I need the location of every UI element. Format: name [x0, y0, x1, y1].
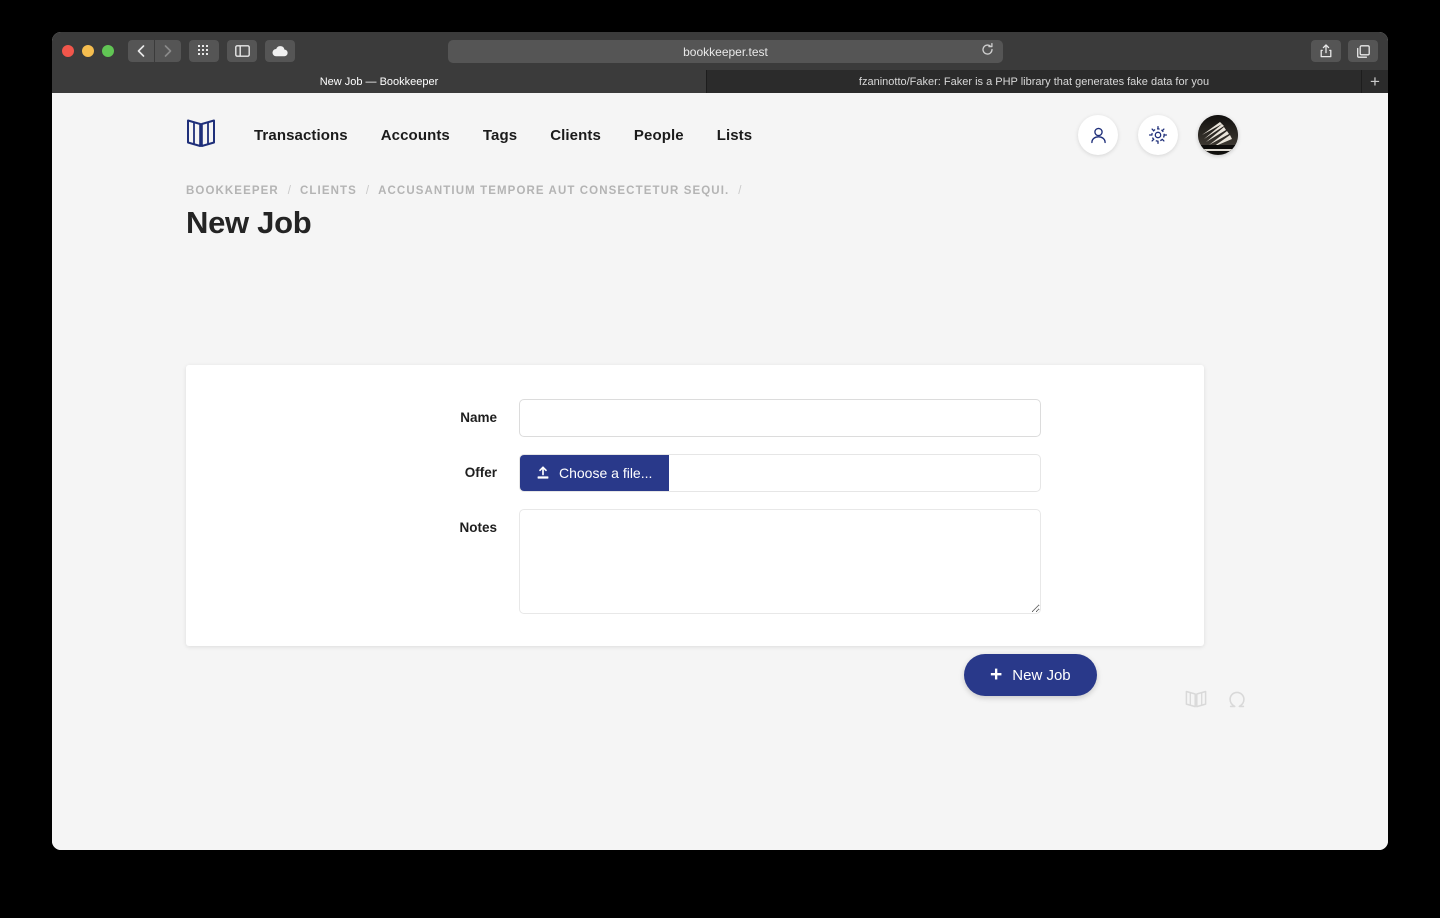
browser-tab-0[interactable]: New Job — Bookkeeper	[52, 70, 707, 93]
icloud-button[interactable]	[265, 40, 295, 62]
address-text: bookkeeper.test	[683, 44, 768, 59]
main-navigation: Transactions Accounts Tags Clients Peopl…	[254, 127, 752, 144]
omega-icon[interactable]	[1227, 689, 1247, 714]
toggle-sidebar-button[interactable]	[227, 40, 257, 62]
nav-item-lists[interactable]: Lists	[717, 127, 753, 144]
form-row-notes: Notes	[186, 509, 1204, 614]
breadcrumb-item-client[interactable]: ACCUSANTIUM TEMPORE AUT CONSECTETUR SEQU…	[378, 185, 729, 197]
book-icon[interactable]	[1185, 689, 1207, 714]
breadcrumb: BOOKKEEPER / CLIENTS / ACCUSANTIUM TEMPO…	[52, 185, 1388, 197]
nav-item-tags[interactable]: Tags	[483, 127, 517, 144]
tabs-overview-icon	[1356, 44, 1370, 58]
nav-item-clients[interactable]: Clients	[550, 127, 601, 144]
page-content: Transactions Accounts Tags Clients Peopl…	[52, 93, 1388, 850]
notes-label: Notes	[459, 520, 497, 535]
show-apps-button[interactable]	[189, 40, 219, 62]
window-controls	[62, 45, 114, 57]
book-logo-icon	[187, 119, 215, 147]
form-row-offer: Offer Choose a file...	[186, 454, 1204, 492]
breadcrumb-item-clients[interactable]: CLIENTS	[300, 185, 357, 197]
choose-file-label: Choose a file...	[559, 465, 653, 481]
toolbar-right-actions	[1311, 40, 1378, 62]
name-input[interactable]	[519, 399, 1041, 437]
breadcrumb-separator: /	[738, 185, 742, 197]
person-icon	[1090, 127, 1106, 143]
settings-button[interactable]	[1138, 115, 1178, 155]
profile-button[interactable]	[1078, 115, 1118, 155]
minimize-window-button[interactable]	[82, 45, 94, 57]
forward-chevron-icon	[164, 45, 172, 57]
notes-textarea[interactable]	[519, 509, 1041, 614]
avatar[interactable]	[1198, 115, 1238, 155]
avatar-image	[1198, 115, 1238, 155]
page-title: New Job	[186, 205, 312, 240]
close-window-button[interactable]	[62, 45, 74, 57]
breadcrumb-item-bookkeeper[interactable]: BOOKKEEPER	[186, 185, 279, 197]
new-job-submit-button[interactable]: + New Job	[964, 654, 1097, 696]
choose-file-button[interactable]: Choose a file...	[520, 455, 670, 491]
grid-apps-icon	[197, 44, 208, 55]
browser-window: bookkeeper.test New Job — Bookkeeper fza…	[52, 32, 1388, 850]
breadcrumb-separator: /	[365, 185, 370, 197]
maximize-window-button[interactable]	[102, 45, 114, 57]
back-button[interactable]	[128, 40, 154, 62]
nav-item-accounts[interactable]: Accounts	[381, 127, 450, 144]
address-bar[interactable]: bookkeeper.test	[448, 40, 1003, 63]
forward-button[interactable]	[155, 40, 181, 62]
back-chevron-icon	[137, 45, 145, 57]
breadcrumb-separator: /	[287, 185, 291, 197]
name-label: Name	[460, 410, 497, 425]
page-footer	[1185, 689, 1247, 714]
browser-tab-1[interactable]: fzaninotto/Faker: Faker is a PHP library…	[707, 70, 1362, 93]
new-job-form-card: Name Offer Choose a file... Notes + New …	[186, 365, 1204, 696]
bookkeeper-logo[interactable]	[186, 117, 216, 154]
app-header: Transactions Accounts Tags Clients Peopl…	[52, 93, 1388, 177]
new-tab-button[interactable]: +	[1362, 70, 1388, 93]
upload-icon	[537, 466, 549, 479]
sidebar-toggle-icon	[234, 45, 250, 57]
share-button[interactable]	[1311, 40, 1341, 62]
browser-toolbar: bookkeeper.test	[52, 32, 1388, 70]
tab-bar: New Job — Bookkeeper fzaninotto/Faker: F…	[52, 70, 1388, 93]
reload-icon	[982, 42, 993, 55]
new-job-submit-label: New Job	[1012, 666, 1071, 684]
gear-icon	[1148, 125, 1168, 145]
nav-item-people[interactable]: People	[634, 127, 684, 144]
share-icon	[1320, 44, 1332, 58]
icloud-icon	[272, 45, 288, 56]
header-actions	[1078, 115, 1238, 155]
plus-icon: +	[990, 662, 1003, 686]
reload-button[interactable]	[981, 42, 994, 61]
navigation-buttons	[128, 40, 181, 62]
nav-item-transactions[interactable]: Transactions	[254, 127, 348, 144]
file-input-wrapper[interactable]: Choose a file...	[519, 454, 1041, 492]
form-row-name: Name	[186, 399, 1204, 437]
tabs-overview-button[interactable]	[1348, 40, 1378, 62]
offer-label: Offer	[464, 465, 497, 480]
